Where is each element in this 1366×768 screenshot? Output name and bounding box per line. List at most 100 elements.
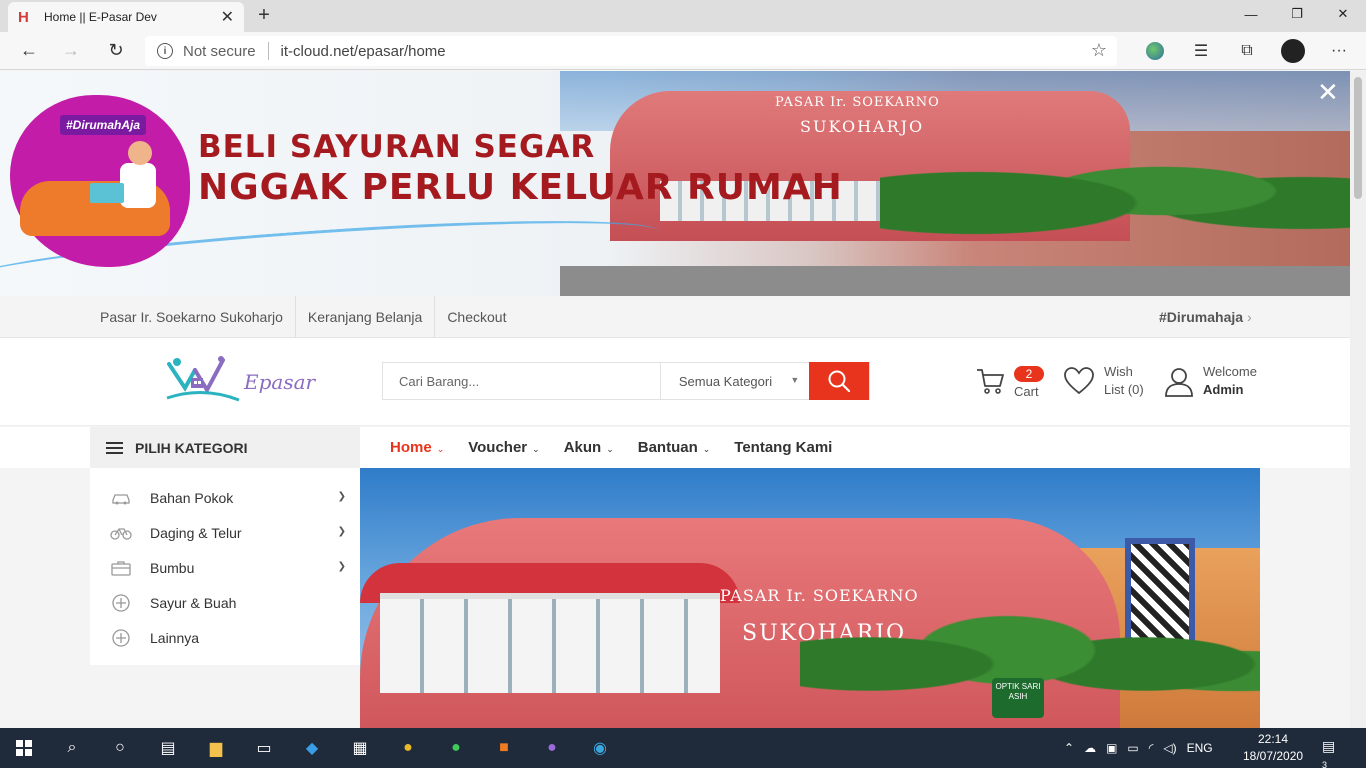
favorite-star-icon[interactable]: ☆ (1091, 40, 1107, 61)
account-button[interactable]: Welcome Admin (1163, 364, 1273, 404)
notification-center[interactable]: ▤ 3 (1322, 738, 1344, 768)
wishlist-label-line1: Wish (1104, 364, 1133, 379)
chevron-up-icon[interactable]: ⌃ (1064, 741, 1074, 755)
category-item-bahan-pokok[interactable]: Bahan Pokok ❯ (90, 480, 360, 515)
chevron-right-icon: ❯ (337, 491, 346, 502)
page-scrollbar[interactable] (1350, 71, 1366, 728)
not-secure-label: Not secure (183, 42, 256, 60)
url-text: it-cloud.net/epasar/home (280, 42, 446, 60)
edge-icon[interactable]: ◉ (576, 728, 624, 768)
search-button[interactable] (809, 362, 869, 400)
nav-tentang-kami[interactable]: Tentang Kami (722, 427, 844, 468)
security-icon[interactable]: ▣ (1106, 741, 1117, 755)
browser-tab[interactable]: H Home || E-Pasar Dev ✕ (8, 2, 244, 32)
car-icon (110, 487, 132, 509)
cart-count-badge: 2 (1014, 366, 1044, 382)
top-links: Pasar Ir. Soekarno Sukoharjo Keranjang B… (88, 296, 518, 338)
profile-avatar-icon[interactable] (1281, 39, 1305, 63)
app-icon[interactable]: ● (528, 728, 576, 768)
windows-start-icon[interactable] (0, 728, 48, 768)
hero-slider[interactable]: PASAR Ir. SOEKARNO SUKOHARJO OPTIK SARI … (360, 468, 1260, 728)
minimize-icon[interactable]: — (1228, 0, 1274, 28)
battery-icon[interactable]: ▭ (1127, 741, 1138, 755)
logo-text[interactable]: Epasar (244, 370, 315, 394)
more-menu-icon[interactable]: ··· (1316, 38, 1362, 64)
window-close-icon[interactable]: ✕ (1320, 0, 1366, 28)
file-explorer-icon[interactable]: ▆ (192, 728, 240, 768)
category-menu-toggle[interactable]: PILIH KATEGORI (90, 427, 360, 468)
chevron-down-icon: ⌄ (606, 444, 614, 454)
cortana-icon[interactable]: ○ (96, 728, 144, 768)
search-input[interactable] (383, 363, 660, 399)
category-item-bumbu[interactable]: Bumbu ❯ (90, 550, 360, 585)
browser-toolbar: ☰ ⧉ ··· (1132, 38, 1362, 64)
search-icon[interactable]: ⌕ (48, 728, 96, 768)
collections-icon[interactable]: ⧉ (1224, 38, 1270, 64)
dirumahaja-link[interactable]: #Dirumahaja › (1159, 296, 1252, 338)
notification-count: 3 (1322, 760, 1328, 768)
volume-icon[interactable]: ◁) (1163, 741, 1176, 755)
address-bar: ← → ↻ i Not secure it-cloud.net/epasar/h… (0, 32, 1366, 70)
wishlist-button[interactable]: Wish List (0) (1063, 364, 1158, 404)
category-item-lainnya[interactable]: Lainnya (90, 620, 360, 655)
new-tab-icon[interactable]: + (252, 4, 276, 27)
vscode-icon[interactable]: ◆ (288, 728, 336, 768)
clock[interactable]: 22:14 18/07/2020 (1243, 731, 1303, 765)
hamburger-icon (106, 441, 123, 454)
search-bar: Semua Kategori ▼ (382, 362, 870, 400)
nav-bantuan[interactable]: Bantuan ⌄ (626, 427, 723, 468)
cart-button[interactable]: 2 Cart (975, 366, 1055, 406)
task-view-icon[interactable]: ▤ (144, 728, 192, 768)
onedrive-icon[interactable]: ☁ (1084, 741, 1096, 755)
promo-banner[interactable]: PASAR Ir. SOEKARNO SUKOHARJO #DirumahAja… (0, 71, 1350, 296)
plus-circle-icon (110, 592, 132, 614)
tab-close-icon[interactable]: ✕ (221, 7, 234, 27)
chrome-icon[interactable]: ● (384, 728, 432, 768)
profile-slot[interactable] (1270, 38, 1316, 64)
url-field[interactable]: i Not secure it-cloud.net/epasar/home ☆ (145, 36, 1117, 66)
shopping-cart-icon (977, 369, 1004, 394)
top-link-pasar[interactable]: Pasar Ir. Soekarno Sukoharjo (88, 296, 296, 338)
taskbar-apps: ⌕ ○ ▤ ▆ ▭ ◆ ▦ ● ● ■ ● ◉ (0, 728, 624, 768)
system-tray: ⌃ ☁ ▣ ▭ ◜ ◁) ENG (1064, 728, 1223, 768)
user-icon (1165, 368, 1193, 397)
refresh-icon[interactable]: ↻ (105, 40, 127, 61)
nav-voucher[interactable]: Voucher ⌄ (456, 427, 551, 468)
category-select[interactable]: Semua Kategori ▼ (659, 363, 809, 399)
store-icon[interactable]: ▦ (336, 728, 384, 768)
forward-icon[interactable]: → (60, 40, 82, 61)
category-item-sayur-buah[interactable]: Sayur & Buah (90, 585, 360, 620)
chevron-down-icon: ▼ (790, 375, 800, 385)
nav-akun[interactable]: Akun ⌄ (552, 427, 626, 468)
restore-icon[interactable]: ❐ (1274, 0, 1320, 28)
tab-title: Home || E-Pasar Dev (44, 10, 157, 24)
category-label: Daging & Telur (150, 524, 242, 541)
promo-building-sign-line1: PASAR Ir. SOEKARNO (775, 95, 940, 110)
wifi-icon[interactable]: ◜ (1149, 741, 1154, 755)
extension-slot[interactable] (1132, 38, 1178, 64)
whatsapp-icon[interactable]: ● (432, 728, 480, 768)
extension-icon[interactable] (1146, 42, 1164, 60)
promo-close-icon[interactable]: ✕ (1317, 77, 1339, 108)
terminal-icon[interactable]: ▭ (240, 728, 288, 768)
site-favicon-icon: H (18, 8, 29, 26)
epasar-logo-icon[interactable] (165, 356, 241, 408)
category-item-daging-telur[interactable]: Daging & Telur ❯ (90, 515, 360, 550)
chevron-right-icon: › (1247, 309, 1252, 325)
person-body-shape (120, 163, 156, 208)
scrollbar-thumb[interactable] (1354, 77, 1362, 199)
top-link-keranjang[interactable]: Keranjang Belanja (296, 296, 436, 338)
clock-date: 18/07/2020 (1243, 749, 1304, 763)
main-nav: Home ⌄ Voucher ⌄ Akun ⌄ Bantuan ⌄ Tentang Ka… (378, 427, 844, 468)
language-indicator[interactable]: ENG (1187, 741, 1213, 755)
promo-person-illustration (20, 141, 170, 251)
xampp-icon[interactable]: ■ (480, 728, 528, 768)
hero-sign-line1: PASAR Ir. SOEKARNO (720, 586, 919, 605)
top-link-checkout[interactable]: Checkout (435, 296, 518, 338)
favorites-list-icon[interactable]: ☰ (1178, 38, 1224, 64)
nav-home[interactable]: Home ⌄ (378, 427, 456, 468)
back-icon[interactable]: ← (18, 40, 40, 61)
nav-voucher-label: Voucher (468, 439, 528, 456)
info-icon[interactable]: i (157, 43, 173, 59)
windows-taskbar: ⌕ ○ ▤ ▆ ▭ ◆ ▦ ● ● ■ ● ◉ ⌃ ☁ ▣ ▭ ◜ ◁) ENG… (0, 728, 1366, 768)
